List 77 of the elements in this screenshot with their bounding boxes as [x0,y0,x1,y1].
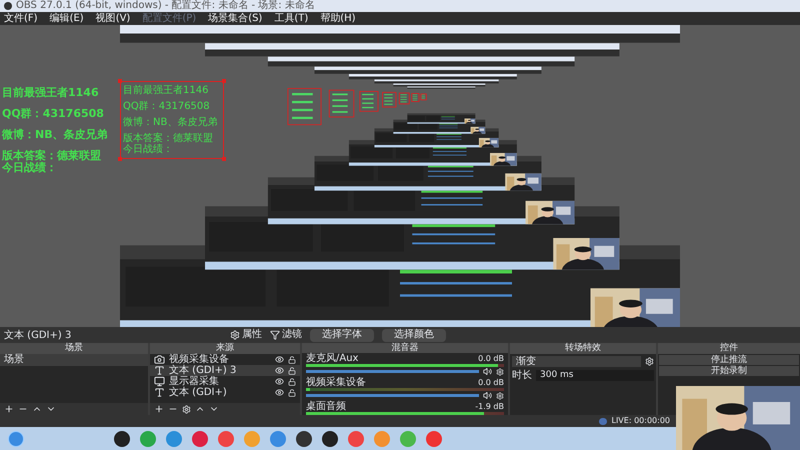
start-button[interactable] [8,430,24,446]
overlay-text: 目前最强王者1146 [2,87,100,99]
overlay-text: 今日战绩： [123,144,174,155]
unlock-icon[interactable] [288,388,296,396]
channel-reading: 0.0 dB [478,378,504,386]
overlay-text: QQ群：43176508 [123,101,211,112]
overlay-text: 版本答案：德莱联盟 [2,150,102,162]
menu-item[interactable]: 帮助(H) [320,14,356,24]
dock-header: 来源 [150,343,300,354]
live-status: LIVE: 00:00:00 [611,417,670,425]
toolbar-button[interactable]: 属性 [230,330,262,340]
menu-item[interactable]: 视图(V) [96,14,130,24]
taskbar-app-icon[interactable] [296,430,312,446]
menu-item[interactable]: 场景集合(S) [208,14,262,24]
channel-name: 视频采集设备 [306,377,366,388]
control-button[interactable]: 停止推流 [659,355,799,365]
dock-header: 场景 [0,343,148,354]
channel-name: 桌面音频 [306,401,346,412]
overlay-text: QQ群：43176508 [2,108,105,120]
transition-dropdown[interactable]: 渐变 [512,356,641,367]
filter-icon [270,330,280,340]
settings-icon[interactable] [182,404,191,414]
overlay-text: 目前最强王者1146 [123,85,210,96]
eye-icon[interactable] [275,366,284,375]
menu-item[interactable]: 编辑(E) [50,14,84,24]
duration-field[interactable]: 300 ms [536,370,654,381]
app-icon [4,2,12,10]
toolbar-button[interactable]: 选择颜色 [382,328,446,342]
unlock-icon[interactable] [288,366,296,374]
dock-header: 转场特效 [510,343,656,354]
eye-icon[interactable] [275,377,284,386]
menu-item[interactable]: 文件(F) [4,14,38,24]
overlay-text: 今日战绩： [2,162,58,174]
source-label: 文本 (GDI+) 3 [169,366,238,376]
settings-icon [230,330,240,340]
control-button[interactable]: 开始录制 [659,366,799,376]
eye-icon[interactable] [275,388,284,397]
settings-icon[interactable] [496,368,504,376]
menu-item[interactable]: 工具(T) [274,14,308,24]
eye-icon[interactable] [275,355,284,364]
source-name: 文本 (GDI+) 3 [4,328,72,342]
volume-slider[interactable] [306,394,479,397]
toolbar-button[interactable]: 选择字体 [310,328,374,342]
settings-icon[interactable] [496,392,504,400]
text-icon [154,365,165,376]
toolbar-button[interactable]: 滤镜 [270,330,302,340]
camera-icon [154,354,165,365]
stream-status-icon [599,418,608,424]
unlock-icon[interactable] [288,378,296,386]
text-icon [154,387,165,398]
taskbar-app-icon[interactable] [114,430,130,446]
source-item[interactable]: 显示器采集 [150,376,300,387]
channel-name: 麦克风/Aux [306,353,358,364]
dock-header: 控件 [658,343,800,354]
overlay-text: 版本答案：德莱联盟 [123,133,214,144]
overlay-text: 微博：NB、条皮兄弟 [123,117,218,128]
channel-reading: 0.0 dB [478,354,504,362]
taskbar-app-icon[interactable] [322,430,338,446]
overlay-text: 微博：NB、条皮兄弟 [2,129,108,141]
add-icon[interactable] [4,404,14,414]
volume-slider[interactable] [306,370,479,373]
duration-label: 时长 [512,370,532,380]
unlock-icon[interactable] [288,356,296,364]
settings-icon[interactable] [645,357,654,366]
add-icon[interactable] [154,404,164,414]
source-label: 显示器采集 [169,376,220,386]
monitor-icon [154,376,165,387]
scene-item[interactable]: 场景 [0,354,148,366]
source-item[interactable]: 视频采集设备 [150,354,300,365]
speaker-icon[interactable] [483,391,492,400]
source-label: 文本 (GDI+) [169,388,228,398]
speaker-icon[interactable] [483,367,492,376]
source-item[interactable]: 文本 (GDI+) 3 [150,365,300,376]
source-label: 视频采集设备 [169,354,230,364]
dock-header: 混音器 [302,343,508,353]
source-item[interactable]: 文本 (GDI+) [150,387,300,398]
channel-reading: -1.9 dB [475,402,504,410]
